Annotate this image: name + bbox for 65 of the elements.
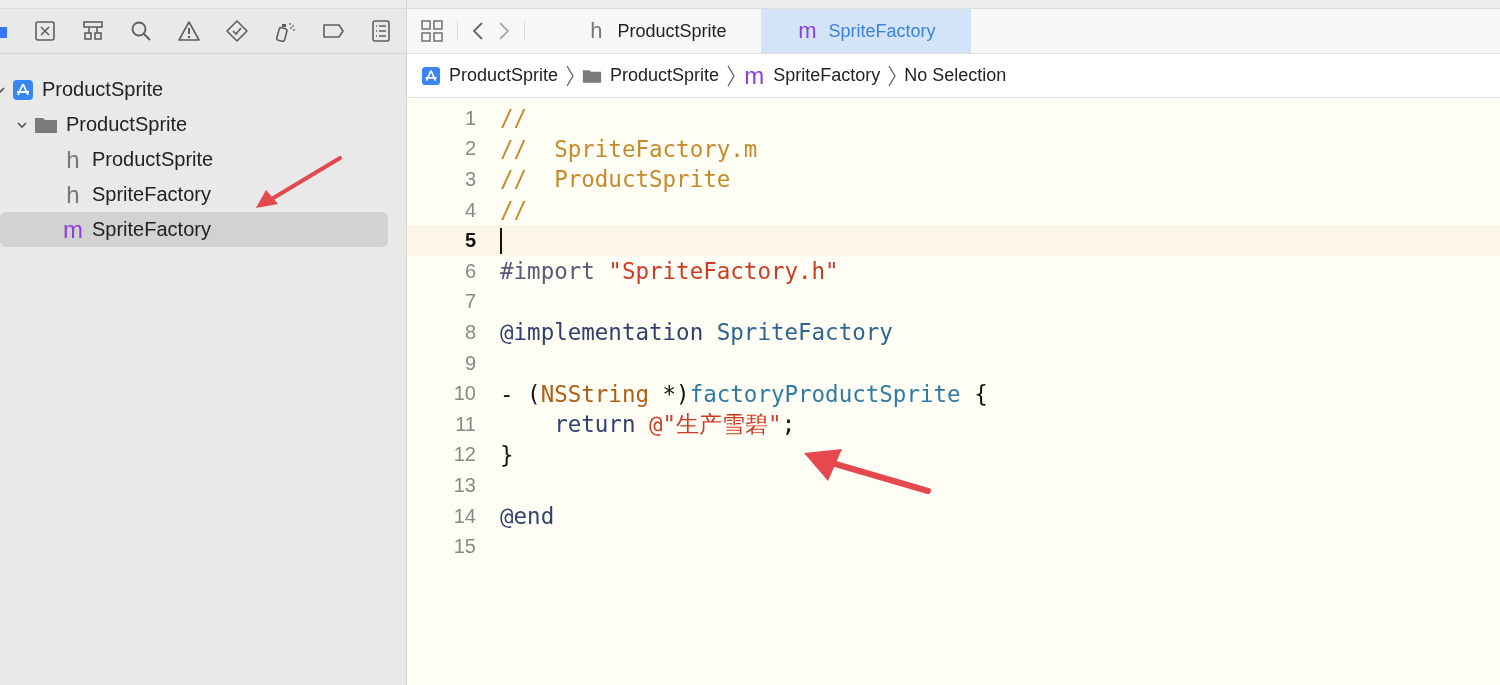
navigator-tab[interactable] [226,20,248,42]
file-type-letter: m [743,64,766,87]
navigator-tab[interactable] [130,20,152,42]
code-line: } [500,441,514,468]
file-tree-item[interactable]: ProductSprite [0,107,388,142]
breadcrumb-item[interactable]: No Selection [904,65,1007,86]
code-line: @implementation SpriteFactory [500,319,893,346]
file-tree-item[interactable]: h SpriteFactory [0,177,388,212]
code-line: @end [500,503,555,529]
line-number: 2 [463,137,476,161]
line-number: 10 [452,382,476,406]
navigator-tab[interactable] [178,20,200,42]
code-line: #import "SpriteFactory.h" [500,258,839,285]
breadcrumb-item[interactable]: ProductSprite [421,65,559,86]
navigator-tab[interactable] [34,20,56,42]
breadcrumb-separator-icon [565,64,576,87]
line-number: 8 [463,320,476,344]
grid-icon [421,20,443,42]
diamond-icon [226,20,248,42]
navigator-tab[interactable] [82,20,104,42]
list-icon [370,20,392,42]
editor-tab[interactable]: m SpriteFactory [761,9,971,53]
file-type-letter: m [797,20,818,42]
line-number: 13 [452,473,476,497]
hierarchy-icon [82,20,104,42]
line-number: 7 [463,290,476,314]
warning-icon [178,20,200,42]
file-tree-item[interactable]: ProductSprite [0,72,388,107]
line-number: 5 [463,229,476,253]
square-x-icon [34,20,56,42]
line-number: 14 [452,504,476,528]
editor-tab[interactable]: h ProductSprite [551,9,761,53]
code-line: return @"生产雪碧"; [553,409,796,440]
file-type-letter: h [589,20,604,42]
line-number: 4 [463,198,476,222]
app-icon [12,78,34,101]
code-line: // [500,197,528,224]
back-chevron-icon [472,21,484,41]
code-line: // ProductSprite [500,166,731,193]
breadcrumb-separator-icon [726,64,737,87]
code-line: // [500,105,528,132]
file-tree-item[interactable]: m SpriteFactory [0,212,388,247]
line-number: 15 [452,535,476,559]
forward-chevron-icon [498,21,510,41]
line-number: 12 [452,443,476,467]
file-type-letter: m [62,218,84,241]
breadcrumb-item[interactable]: m SpriteFactory [743,64,881,87]
breadcrumb-item[interactable]: ProductSprite [582,65,720,86]
code-line: // SpriteFactory.m [500,135,758,162]
file-tree-item[interactable]: h ProductSprite [0,142,388,177]
file-type-letter: h [65,148,81,171]
line-number: 3 [463,168,476,191]
app-icon [421,65,441,86]
file-type-letter: h [65,183,81,206]
line-number: 11 [454,412,476,436]
search-icon [130,20,152,42]
line-number: 6 [463,259,476,283]
line-number: 1 [463,106,476,130]
navigator-tab[interactable] [370,20,392,42]
code-line: - (NSString *)factoryProductSprite { [500,380,988,407]
spray-can-icon [274,20,296,42]
text-cursor [500,227,502,254]
breadcrumb-separator-icon [887,64,898,87]
line-number: 9 [463,351,476,375]
navigator-tab[interactable] [274,20,296,42]
